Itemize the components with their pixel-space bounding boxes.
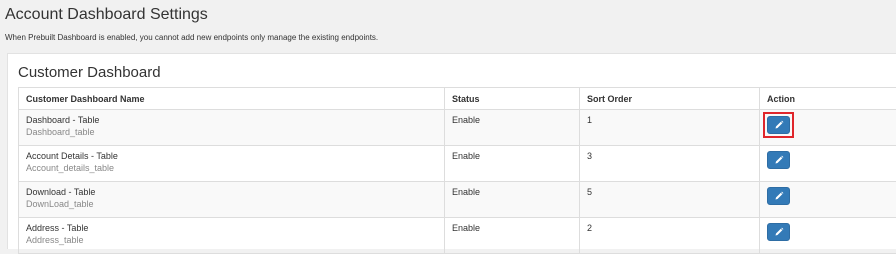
highlight-box	[763, 112, 794, 138]
status-cell: Enable	[445, 110, 580, 146]
pencil-icon	[774, 155, 784, 165]
action-cell	[760, 110, 896, 146]
edit-button[interactable]	[767, 151, 790, 169]
dashboard-name: Address - Table	[26, 223, 437, 234]
dashboard-table-name: Dashboard_table	[26, 127, 437, 138]
dashboard-table: Customer Dashboard Name Status Sort Orde…	[18, 87, 896, 254]
status-cell: Enable	[445, 182, 580, 218]
column-header-status: Status	[445, 88, 580, 110]
name-cell: Account Details - Table Account_details_…	[19, 146, 445, 182]
dashboard-table-name: DownLoad_table	[26, 199, 437, 210]
column-header-sort-order: Sort Order	[580, 88, 760, 110]
sort-order-cell: 5	[580, 182, 760, 218]
sort-order-cell: 2	[580, 218, 760, 254]
dashboard-name: Account Details - Table	[26, 151, 437, 162]
status-cell: Enable	[445, 146, 580, 182]
table-row: Account Details - Table Account_details_…	[19, 146, 896, 182]
pencil-icon	[774, 120, 784, 130]
table-row: Address - Table Address_table Enable 2	[19, 218, 896, 254]
action-cell	[760, 218, 896, 254]
column-header-name: Customer Dashboard Name	[19, 88, 445, 110]
dashboard-name: Dashboard - Table	[26, 115, 437, 126]
sort-order-cell: 3	[580, 146, 760, 182]
dashboard-table-name: Address_table	[26, 235, 437, 246]
edit-button[interactable]	[767, 116, 790, 134]
dashboard-table-name: Account_details_table	[26, 163, 437, 174]
card-title: Customer Dashboard	[18, 64, 161, 82]
action-cell	[760, 182, 896, 218]
pencil-icon	[774, 191, 784, 201]
edit-button[interactable]	[767, 187, 790, 205]
table-row: Download - Table DownLoad_table Enable 5	[19, 182, 896, 218]
name-cell: Dashboard - Table Dashboard_table	[19, 110, 445, 146]
name-cell: Download - Table DownLoad_table	[19, 182, 445, 218]
edit-button[interactable]	[767, 223, 790, 241]
table-header-row: Customer Dashboard Name Status Sort Orde…	[19, 88, 896, 110]
name-cell: Address - Table Address_table	[19, 218, 445, 254]
status-cell: Enable	[445, 218, 580, 254]
page-header: Account Dashboard Settings When Prebuilt…	[5, 5, 378, 43]
customer-dashboard-card: Customer Dashboard Customer Dashboard Na…	[7, 53, 896, 249]
action-cell	[760, 146, 896, 182]
page-subtitle: When Prebuilt Dashboard is enabled, you …	[5, 33, 378, 43]
sort-order-cell: 1	[580, 110, 760, 146]
page-title: Account Dashboard Settings	[5, 5, 378, 25]
table-row: Dashboard - Table Dashboard_table Enable…	[19, 110, 896, 146]
column-header-action: Action	[760, 88, 896, 110]
pencil-icon	[774, 227, 784, 237]
dashboard-name: Download - Table	[26, 187, 437, 198]
